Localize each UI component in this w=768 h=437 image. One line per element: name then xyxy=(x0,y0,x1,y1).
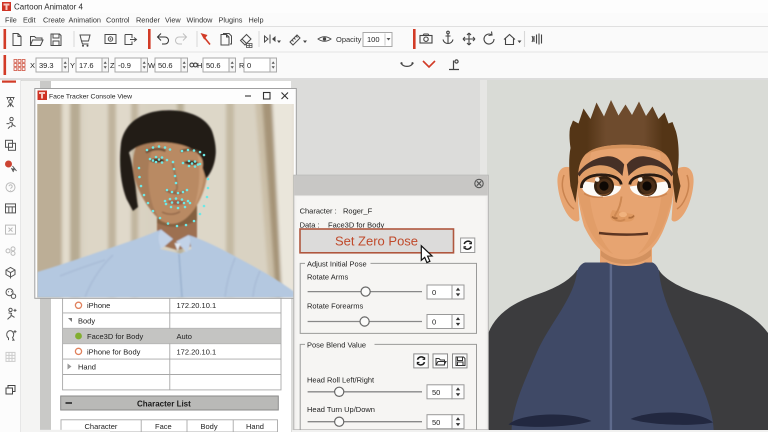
svg-text:Data :: Data : xyxy=(300,221,320,230)
svg-text:50.6: 50.6 xyxy=(206,61,221,70)
svg-text:-0.9: -0.9 xyxy=(118,61,131,70)
svg-text:Hand: Hand xyxy=(78,363,96,372)
svg-text:Character: Character xyxy=(85,422,118,431)
svg-text:50.6: 50.6 xyxy=(158,61,173,70)
svg-text:Window: Window xyxy=(187,16,214,25)
svg-text:100: 100 xyxy=(367,35,380,44)
svg-text:Body: Body xyxy=(78,317,95,326)
svg-text:Auto: Auto xyxy=(177,332,192,341)
svg-text:H: H xyxy=(197,61,202,70)
svg-text:Face3D for Body: Face3D for Body xyxy=(328,221,385,230)
svg-text:Roger_F: Roger_F xyxy=(343,207,373,216)
svg-text:Head Roll Left/Right: Head Roll Left/Right xyxy=(307,376,375,385)
svg-text:0: 0 xyxy=(432,318,436,327)
svg-text:Create: Create xyxy=(43,16,65,25)
svg-text:0: 0 xyxy=(247,61,251,70)
svg-text:iPhone: iPhone xyxy=(87,301,110,310)
svg-text:Control: Control xyxy=(106,16,130,25)
svg-text:Plugins: Plugins xyxy=(219,16,243,25)
svg-text:Face3D for Body: Face3D for Body xyxy=(87,332,144,341)
svg-text:Render: Render xyxy=(136,16,161,25)
svg-text:File: File xyxy=(5,16,17,25)
svg-text:Animation: Animation xyxy=(69,16,101,25)
svg-text:Character List: Character List xyxy=(137,400,191,409)
svg-text:iPhone for Body: iPhone for Body xyxy=(87,347,141,356)
svg-text:17.6: 17.6 xyxy=(79,61,94,70)
svg-text:Body: Body xyxy=(201,422,218,431)
svg-text:View: View xyxy=(165,16,181,25)
svg-text:0: 0 xyxy=(432,288,436,297)
svg-text:Hand: Hand xyxy=(246,422,264,431)
svg-text:172.20.10.1: 172.20.10.1 xyxy=(177,301,217,310)
svg-text:Set Zero Pose: Set Zero Pose xyxy=(335,234,418,249)
svg-text:Character :: Character : xyxy=(300,207,337,216)
svg-text:X: X xyxy=(30,61,35,70)
svg-text:50: 50 xyxy=(432,388,440,397)
svg-text:Head Turn Up/Down: Head Turn Up/Down xyxy=(307,405,375,414)
svg-text:Rotate Arms: Rotate Arms xyxy=(307,273,349,282)
svg-text:Y: Y xyxy=(70,61,75,70)
svg-text:Face: Face xyxy=(155,422,172,431)
svg-text:Edit: Edit xyxy=(23,16,36,25)
svg-text:39.3: 39.3 xyxy=(39,61,54,70)
svg-text:Z: Z xyxy=(110,61,115,70)
svg-text:Opacity :: Opacity : xyxy=(336,35,366,44)
svg-text:Pose Blend Value: Pose Blend Value xyxy=(307,341,366,350)
svg-text:Rotate Forearms: Rotate Forearms xyxy=(307,302,364,311)
svg-text:Adjust Initial Pose: Adjust Initial Pose xyxy=(307,260,367,269)
svg-text:Help: Help xyxy=(249,16,264,25)
svg-text:172.20.10.1: 172.20.10.1 xyxy=(177,347,217,356)
svg-text:50: 50 xyxy=(432,418,440,427)
svg-text:Cartoon Animator 4: Cartoon Animator 4 xyxy=(14,3,83,12)
svg-text:Face Tracker Console View: Face Tracker Console View xyxy=(49,94,132,101)
